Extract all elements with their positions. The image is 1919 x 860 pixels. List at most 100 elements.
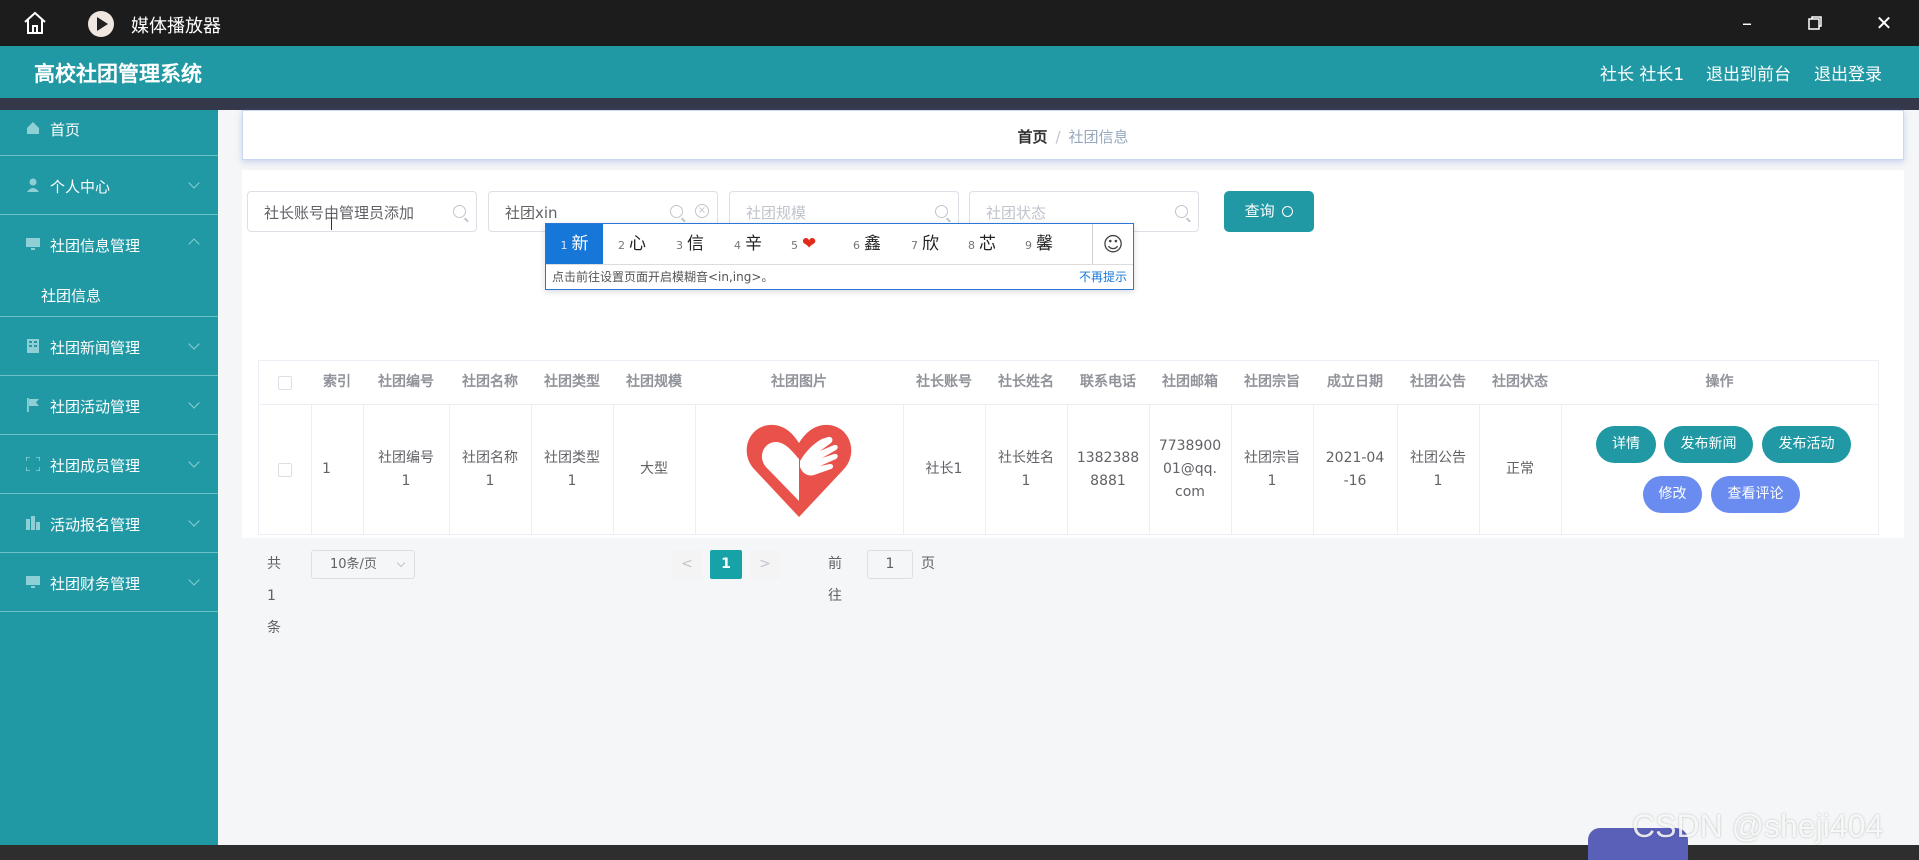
ime-candidate-number: 8 — [968, 239, 975, 252]
breadcrumb-home[interactable]: 首页 — [1017, 128, 1047, 146]
heart-icon: ❤ — [802, 234, 817, 254]
sidebar-item-label: 个人中心 — [50, 178, 111, 196]
home-icon[interactable] — [22, 11, 48, 35]
logout-link[interactable]: 退出登录 — [1814, 60, 1882, 85]
volunteer-heart-image[interactable] — [744, 417, 854, 522]
cell-text: -16 — [1343, 472, 1367, 489]
header-status[interactable]: 社团状态 — [1479, 361, 1561, 404]
select-all-checkbox[interactable] — [259, 361, 311, 404]
goto-page-input[interactable]: 1 — [867, 550, 913, 579]
back-to-front-link[interactable]: 退出到前台 — [1706, 60, 1791, 85]
sidebar-item-signup[interactable]: 活动报名管理 — [0, 494, 218, 553]
page-number-current[interactable]: 1 — [710, 550, 742, 579]
search-icon — [1282, 206, 1294, 217]
cell-leader-account: 社长1 — [925, 461, 963, 477]
header-actions: 操作 — [1705, 374, 1734, 390]
ime-candidate-number: 2 — [618, 239, 625, 252]
cell-text: 社团编号 — [378, 449, 434, 466]
sidebar-item-label: 社团财务管理 — [50, 575, 141, 593]
cell-index: 1 — [322, 461, 331, 477]
ime-candidate[interactable]: 3信 — [676, 224, 704, 264]
sidebar-item-club-info[interactable]: 社团信息管理 — [0, 215, 218, 274]
ime-candidate[interactable]: 1新 — [546, 224, 603, 264]
user-label: 社长 社长1 — [1600, 65, 1685, 85]
header-phone[interactable]: 联系电话 — [1067, 361, 1149, 404]
cell-club-scale: 大型 — [640, 461, 668, 477]
header-club-type[interactable]: 社团类型 — [531, 361, 613, 404]
ime-candidate[interactable]: 6鑫 — [853, 224, 881, 264]
cell-founded-date: 2021-04 -16 — [1313, 405, 1397, 534]
emoji-icon[interactable]: ☺ — [1092, 224, 1133, 264]
sidebar-item-news[interactable]: 社团新闻管理 — [0, 317, 218, 376]
cell-status: 正常 — [1506, 461, 1534, 477]
page-size-select[interactable]: 10条/页 — [311, 550, 415, 579]
ime-no-tip-link[interactable]: 不再提示 — [1079, 265, 1127, 290]
ime-candidate-number: 7 — [911, 239, 918, 252]
page-unit-label: 页 — [921, 556, 935, 572]
header-club-no[interactable]: 社团编号 — [363, 361, 449, 404]
clear-icon[interactable]: × — [695, 204, 709, 218]
breadcrumb: 首页 / 社团信息 — [243, 126, 1903, 147]
cell-phone: 1382388 8881 — [1067, 405, 1149, 534]
publish-news-button[interactable]: 发布新闻 — [1664, 426, 1753, 463]
header-club-name[interactable]: 社团名称 — [449, 361, 531, 404]
sidebar-item-label: 社团信息管理 — [50, 237, 141, 255]
ime-candidate-number: 3 — [676, 239, 683, 252]
ime-candidate-number: 4 — [734, 239, 741, 252]
club-table: 索引 社团编号 社团名称 社团类型 社团规模 社团图片 社长账号 社长姓名 联系… — [258, 360, 1879, 535]
cell-text: 社团公告 — [1410, 449, 1466, 466]
query-button-label: 查询 — [1244, 202, 1275, 220]
header-divider — [0, 98, 1919, 110]
ime-candidate[interactable]: 7欣 — [911, 224, 939, 264]
ime-candidate-number: 9 — [1025, 239, 1032, 252]
sidebar-item-activity[interactable]: 社团活动管理 — [0, 376, 218, 435]
chevron-down-icon — [188, 515, 200, 527]
ime-candidate[interactable]: 9馨 — [1025, 224, 1053, 264]
sidebar-item-home[interactable]: 首页 — [0, 110, 218, 156]
header-index[interactable]: 索引 — [311, 361, 363, 404]
query-button[interactable]: 查询 — [1224, 191, 1314, 232]
sidebar-item-members[interactable]: 社团成员管理 — [0, 435, 218, 494]
next-page-button[interactable]: > — [750, 550, 780, 579]
header-club-scale[interactable]: 社团规模 — [613, 361, 695, 404]
detail-button[interactable]: 详情 — [1596, 426, 1656, 463]
leader-account-input[interactable]: 社长账号由管理员添加 — [247, 191, 477, 232]
header-purpose[interactable]: 社团宗旨 — [1231, 361, 1313, 404]
sidebar-subitem-club-info[interactable]: 社团信息 — [0, 274, 218, 317]
ime-candidate-number: 1 — [560, 239, 568, 252]
chevron-down-icon — [188, 397, 200, 409]
cell-text: 社团类型 — [544, 449, 600, 466]
sidebar-item-label: 社团成员管理 — [50, 457, 141, 475]
breadcrumb-current: 社团信息 — [1068, 128, 1129, 146]
restore-icon[interactable] — [1800, 8, 1830, 38]
ime-tip-text[interactable]: 点击前往设置页面开启模糊音<in,ing>。 — [552, 265, 773, 290]
header-club-image[interactable]: 社团图片 — [695, 361, 903, 404]
sidebar-item-personal[interactable]: 个人中心 — [0, 156, 218, 215]
header-leader-name[interactable]: 社长姓名 — [985, 361, 1067, 404]
edit-button[interactable]: 修改 — [1643, 476, 1702, 513]
view-comments-button[interactable]: 查看评论 — [1711, 476, 1800, 513]
ime-candidate[interactable]: 5 ❤ — [791, 224, 816, 264]
ime-candidate[interactable]: 2心 — [618, 224, 646, 264]
publish-activity-button[interactable]: 发布活动 — [1762, 426, 1851, 463]
prev-page-button[interactable]: < — [672, 550, 702, 579]
cell-club-no: 社团编号 1 — [363, 405, 449, 534]
ime-candidate-text: 芯 — [979, 234, 996, 254]
search-input-value: 社长账号由管理员添加 — [264, 204, 415, 222]
ime-candidate[interactable]: 8芯 — [968, 224, 996, 264]
sidebar-item-finance[interactable]: 社团财务管理 — [0, 553, 218, 612]
app-header: 高校社团管理系统 社长 社长1 退出到前台 退出登录 — [0, 46, 1919, 98]
header-leader-account[interactable]: 社长账号 — [903, 361, 985, 404]
close-icon[interactable]: ✕ — [1869, 8, 1899, 38]
header-founded-date[interactable]: 成立日期 — [1313, 361, 1397, 404]
ime-candidate-number: 5 — [791, 239, 798, 252]
row-checkbox[interactable] — [259, 405, 311, 534]
minimize-icon[interactable]: – — [1732, 8, 1762, 38]
user-icon — [27, 178, 39, 192]
header-email[interactable]: 社团邮箱 — [1149, 361, 1231, 404]
system-title: 高校社团管理系统 — [34, 62, 202, 86]
cell-club-image — [695, 405, 903, 534]
ime-candidate[interactable]: 4辛 — [734, 224, 762, 264]
search-input-value: 社团xin — [505, 204, 558, 222]
header-notice[interactable]: 社团公告 — [1397, 361, 1479, 404]
